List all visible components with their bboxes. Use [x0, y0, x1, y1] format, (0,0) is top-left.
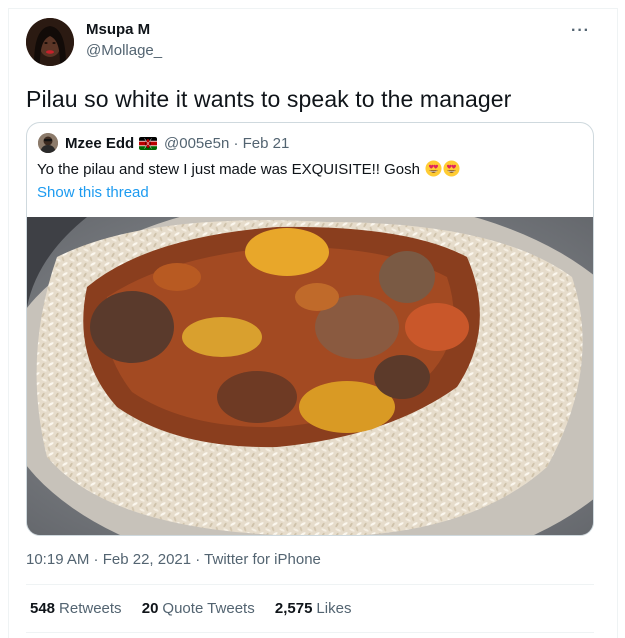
ellipsis-icon[interactable]: ···: [571, 23, 591, 39]
likes-label: Likes: [316, 600, 352, 617]
tweet-timestamp[interactable]: 10:19 AM · Feb 22, 2021 ·: [26, 551, 204, 568]
retweets-stat[interactable]: 548 Retweets: [30, 600, 122, 617]
tweet-text: Pilau so white it wants to speak to the …: [26, 86, 512, 112]
quoted-author-avatar[interactable]: [38, 133, 58, 153]
divider: [26, 632, 594, 633]
heart-eyes-emoji: [443, 160, 460, 177]
tweet-meta: 10:19 AM · Feb 22, 2021 · Twitter for iP…: [26, 551, 321, 568]
author-handle[interactable]: @Mollage_: [86, 42, 162, 59]
divider: [26, 584, 594, 585]
tweet-source[interactable]: Twitter for iPhone: [204, 551, 321, 568]
author-name[interactable]: Msupa M: [86, 21, 150, 38]
tweet-stats: 548 Retweets 20 Quote Tweets 2,575 Likes: [30, 600, 367, 617]
quote-tweets-count: 20: [141, 600, 159, 617]
retweets-count: 548: [30, 600, 56, 617]
quoted-handle-date[interactable]: @005e5n · Feb 21: [164, 135, 289, 152]
retweets-label: Retweets: [59, 600, 122, 617]
quoted-tweet[interactable]: Mzee Edd @005e5n · Feb 21 Yo the pilau a…: [26, 122, 594, 536]
author-avatar[interactable]: [26, 18, 74, 66]
show-thread-link[interactable]: Show this thread: [37, 184, 149, 201]
quoted-photo[interactable]: [27, 217, 593, 535]
quoted-text: Yo the pilau and stew I just made was EX…: [37, 161, 420, 178]
likes-count: 2,575: [274, 600, 313, 617]
quote-tweets-stat[interactable]: 20 Quote Tweets: [142, 600, 255, 617]
quoted-text-line: Yo the pilau and stew I just made was EX…: [37, 160, 460, 178]
kenya-flag-icon: [139, 137, 157, 150]
likes-stat[interactable]: 2,575 Likes: [275, 600, 352, 617]
quote-tweets-label: Quote Tweets: [162, 600, 255, 617]
heart-eyes-emoji: [425, 160, 442, 177]
quoted-author-name[interactable]: Mzee Edd: [65, 135, 134, 152]
